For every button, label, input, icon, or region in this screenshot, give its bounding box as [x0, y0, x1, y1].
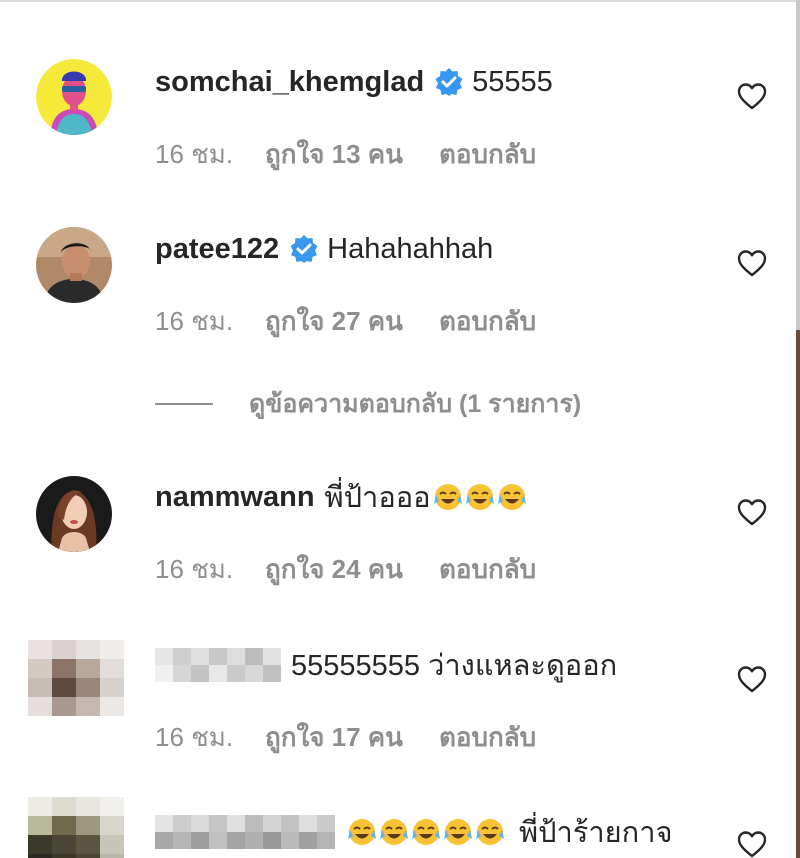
- avatar[interactable]: [36, 227, 112, 303]
- comment-line: 55555555 ว่างแหละดูออก: [155, 643, 617, 687]
- view-replies-button[interactable]: ดูข้อความตอบกลับ (1 รายการ): [155, 384, 581, 424]
- avatar-man-photo: [36, 227, 112, 303]
- avatar[interactable]: [28, 640, 124, 716]
- comment-time: 16 ชม.: [155, 721, 234, 752]
- heart-icon[interactable]: [737, 665, 767, 693]
- comment-line: nammwann พี่ป้าอออ: [155, 475, 527, 519]
- comments-panel: somchai_khemglad 55555 16 ชม. ถูกใจ 13 ค…: [0, 0, 800, 858]
- comment-text: พี่ป้าร้ายกาจ: [519, 817, 673, 849]
- top-divider: [0, 0, 796, 2]
- window-edge-dark: [796, 330, 800, 858]
- avatar-blurred: [28, 797, 124, 858]
- joy-emoji-icon: [347, 817, 377, 847]
- comment-meta: 16 ชม. ถูกใจ 24 คน ตอบกลับ: [155, 551, 536, 587]
- username[interactable]: patee122: [155, 233, 279, 266]
- comment-text: พี่ป้าอออ: [324, 482, 431, 514]
- username-blurred[interactable]: [155, 815, 335, 849]
- likes-count[interactable]: ถูกใจ 27 คน: [265, 301, 403, 342]
- heart-icon[interactable]: [737, 830, 767, 858]
- comment-meta: 16 ชม. ถูกใจ 17 คน ตอบกลับ: [155, 719, 536, 755]
- joy-emoji-icon: [379, 817, 409, 847]
- reply-button[interactable]: ตอบกลับ: [439, 134, 536, 175]
- joy-emoji-icon: [433, 482, 463, 512]
- comment-time: 16 ชม.: [155, 553, 234, 584]
- comment-time: 16 ชม.: [155, 138, 234, 169]
- username[interactable]: nammwann: [155, 481, 315, 514]
- heart-icon[interactable]: [737, 249, 767, 277]
- view-replies-label: ดูข้อความตอบกลับ (1 รายการ): [249, 390, 582, 418]
- reply-button[interactable]: ตอบกลับ: [439, 301, 536, 342]
- avatar[interactable]: [36, 59, 112, 135]
- replies-divider: [155, 403, 213, 405]
- reply-button[interactable]: ตอบกลับ: [439, 549, 536, 590]
- joy-emoji-icon: [475, 817, 505, 847]
- comment-text: Hahahahhah: [327, 232, 494, 265]
- comment-meta: 16 ชม. ถูกใจ 13 คน ตอบกลับ: [155, 136, 536, 172]
- comment-line: somchai_khemglad 55555: [155, 60, 553, 104]
- avatar[interactable]: [36, 476, 112, 552]
- comment-text: 55555555 ว่างแหละดูออก: [291, 650, 618, 682]
- avatar-yellow-pop-art: [36, 59, 112, 135]
- heart-icon[interactable]: [737, 498, 767, 526]
- heart-icon[interactable]: [737, 82, 767, 110]
- joy-emoji-icon: [411, 817, 441, 847]
- comment-text: 55555: [472, 65, 553, 98]
- comment-line: patee122 Hahahahhah: [155, 227, 493, 271]
- comment-time: 16 ชม.: [155, 305, 234, 336]
- joy-emoji-icon: [443, 817, 473, 847]
- avatar-blurred: [28, 640, 124, 716]
- avatar-woman-photo: [36, 476, 112, 552]
- verified-badge-icon: [289, 234, 319, 264]
- username-blurred[interactable]: [155, 648, 281, 682]
- likes-count[interactable]: ถูกใจ 24 คน: [265, 549, 403, 590]
- verified-badge-icon: [434, 67, 464, 97]
- likes-count[interactable]: ถูกใจ 17 คน: [265, 717, 403, 758]
- comment-meta: 16 ชม. ถูกใจ 27 คน ตอบกลับ: [155, 303, 536, 339]
- comment-line: พี่ป้าร้ายกาจ: [155, 810, 673, 854]
- avatar[interactable]: [28, 797, 124, 858]
- joy-emoji-icon: [497, 482, 527, 512]
- username[interactable]: somchai_khemglad: [155, 66, 424, 99]
- likes-count[interactable]: ถูกใจ 13 คน: [265, 134, 403, 175]
- reply-button[interactable]: ตอบกลับ: [439, 717, 536, 758]
- joy-emoji-icon: [465, 482, 495, 512]
